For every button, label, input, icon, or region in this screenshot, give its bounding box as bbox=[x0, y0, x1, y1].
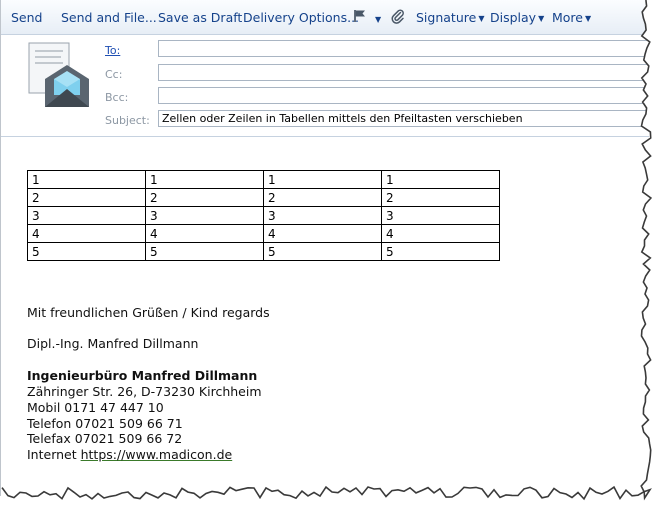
internet-label: Internet bbox=[27, 447, 81, 462]
table-cell[interactable]: 3 bbox=[145, 206, 264, 225]
compose-window: Send Send and File... Save as Draft Deli… bbox=[0, 0, 649, 496]
table-cell[interactable]: 2 bbox=[381, 188, 500, 207]
table-row: 1111 bbox=[27, 170, 500, 189]
fax-line: Telefax 07021 509 66 72 bbox=[27, 431, 183, 446]
company-name: Ingenieurbüro Manfred Dillmann bbox=[27, 368, 258, 383]
table-row: 2222 bbox=[27, 188, 500, 207]
table-cell[interactable]: 3 bbox=[27, 206, 146, 225]
table-cell[interactable]: 5 bbox=[381, 242, 500, 261]
table-cell[interactable]: 1 bbox=[381, 170, 500, 189]
paperclip-icon bbox=[391, 9, 404, 24]
table-row: 4444 bbox=[27, 224, 500, 243]
header-divider bbox=[1, 136, 649, 137]
table-cell[interactable]: 1 bbox=[27, 170, 146, 189]
to-label[interactable]: To: bbox=[105, 44, 120, 57]
internet-line: Internet https://www.madicon.de bbox=[27, 447, 232, 462]
table-cell[interactable]: 3 bbox=[381, 206, 500, 225]
table-cell[interactable]: 5 bbox=[263, 242, 382, 261]
phone-line: Telefon 07021 509 66 71 bbox=[27, 416, 183, 431]
attach-button[interactable] bbox=[391, 9, 405, 27]
table-row: 5555 bbox=[27, 242, 500, 261]
table-cell[interactable]: 4 bbox=[263, 224, 382, 243]
table-cell[interactable]: 5 bbox=[27, 242, 146, 261]
body-table[interactable]: 11112222333344445555 bbox=[27, 170, 500, 261]
delivery-options-button[interactable]: Delivery Options... bbox=[243, 10, 359, 25]
chevron-down-icon: ▼ bbox=[374, 15, 382, 24]
more-menu-button[interactable]: More ▼ bbox=[552, 10, 591, 25]
greeting-text: Mit freundlichen Grüßen / Kind regards bbox=[27, 305, 270, 320]
table-cell[interactable]: 2 bbox=[145, 188, 264, 207]
table-cell[interactable]: 1 bbox=[263, 170, 382, 189]
cc-label: Cc: bbox=[105, 68, 123, 81]
send-and-file-button[interactable]: Send and File... bbox=[61, 10, 157, 25]
table-cell[interactable]: 4 bbox=[27, 224, 146, 243]
toolbar: Send Send and File... Save as Draft Deli… bbox=[1, 0, 649, 35]
message-header: To: Cc: Bcc: Subject: Zellen oder Zeilen… bbox=[1, 35, 649, 135]
to-field[interactable] bbox=[158, 40, 649, 57]
table-cell[interactable]: 2 bbox=[27, 188, 146, 207]
subject-label: Subject: bbox=[105, 114, 150, 127]
display-label: Display bbox=[490, 10, 537, 25]
chevron-down-icon: ▼ bbox=[478, 14, 485, 23]
bcc-label: Bcc: bbox=[105, 91, 129, 104]
address-line: Zähringer Str. 26, D-73230 Kirchheim bbox=[27, 384, 262, 399]
table-cell[interactable]: 4 bbox=[381, 224, 500, 243]
envelope-icon bbox=[28, 42, 89, 107]
website-link[interactable]: https://www.madicon.de bbox=[81, 447, 233, 462]
flag-menu-button[interactable]: ▼ bbox=[353, 9, 381, 26]
signature-menu-button[interactable]: Signature ▼ bbox=[416, 10, 484, 25]
table-cell[interactable]: 4 bbox=[145, 224, 264, 243]
signature-label: Signature bbox=[416, 10, 477, 25]
table-cell[interactable]: 2 bbox=[263, 188, 382, 207]
chevron-down-icon: ▼ bbox=[538, 14, 545, 23]
send-button[interactable]: Send bbox=[11, 10, 42, 25]
table-cell[interactable]: 3 bbox=[263, 206, 382, 225]
table-cell[interactable]: 5 bbox=[145, 242, 264, 261]
mobile-line: Mobil 0171 47 447 10 bbox=[27, 400, 164, 415]
sender-name: Dipl.-Ing. Manfred Dillmann bbox=[27, 336, 199, 351]
bcc-field[interactable] bbox=[158, 87, 649, 104]
table-row: 3333 bbox=[27, 206, 500, 225]
display-menu-button[interactable]: Display ▼ bbox=[490, 10, 544, 25]
cc-field[interactable] bbox=[158, 64, 649, 81]
save-as-draft-button[interactable]: Save as Draft bbox=[158, 10, 242, 25]
flag-icon bbox=[354, 10, 365, 22]
more-label: More bbox=[552, 10, 583, 25]
chevron-down-icon: ▼ bbox=[585, 14, 592, 23]
subject-field[interactable]: Zellen oder Zeilen in Tabellen mittels d… bbox=[158, 110, 649, 127]
table-cell[interactable]: 1 bbox=[145, 170, 264, 189]
